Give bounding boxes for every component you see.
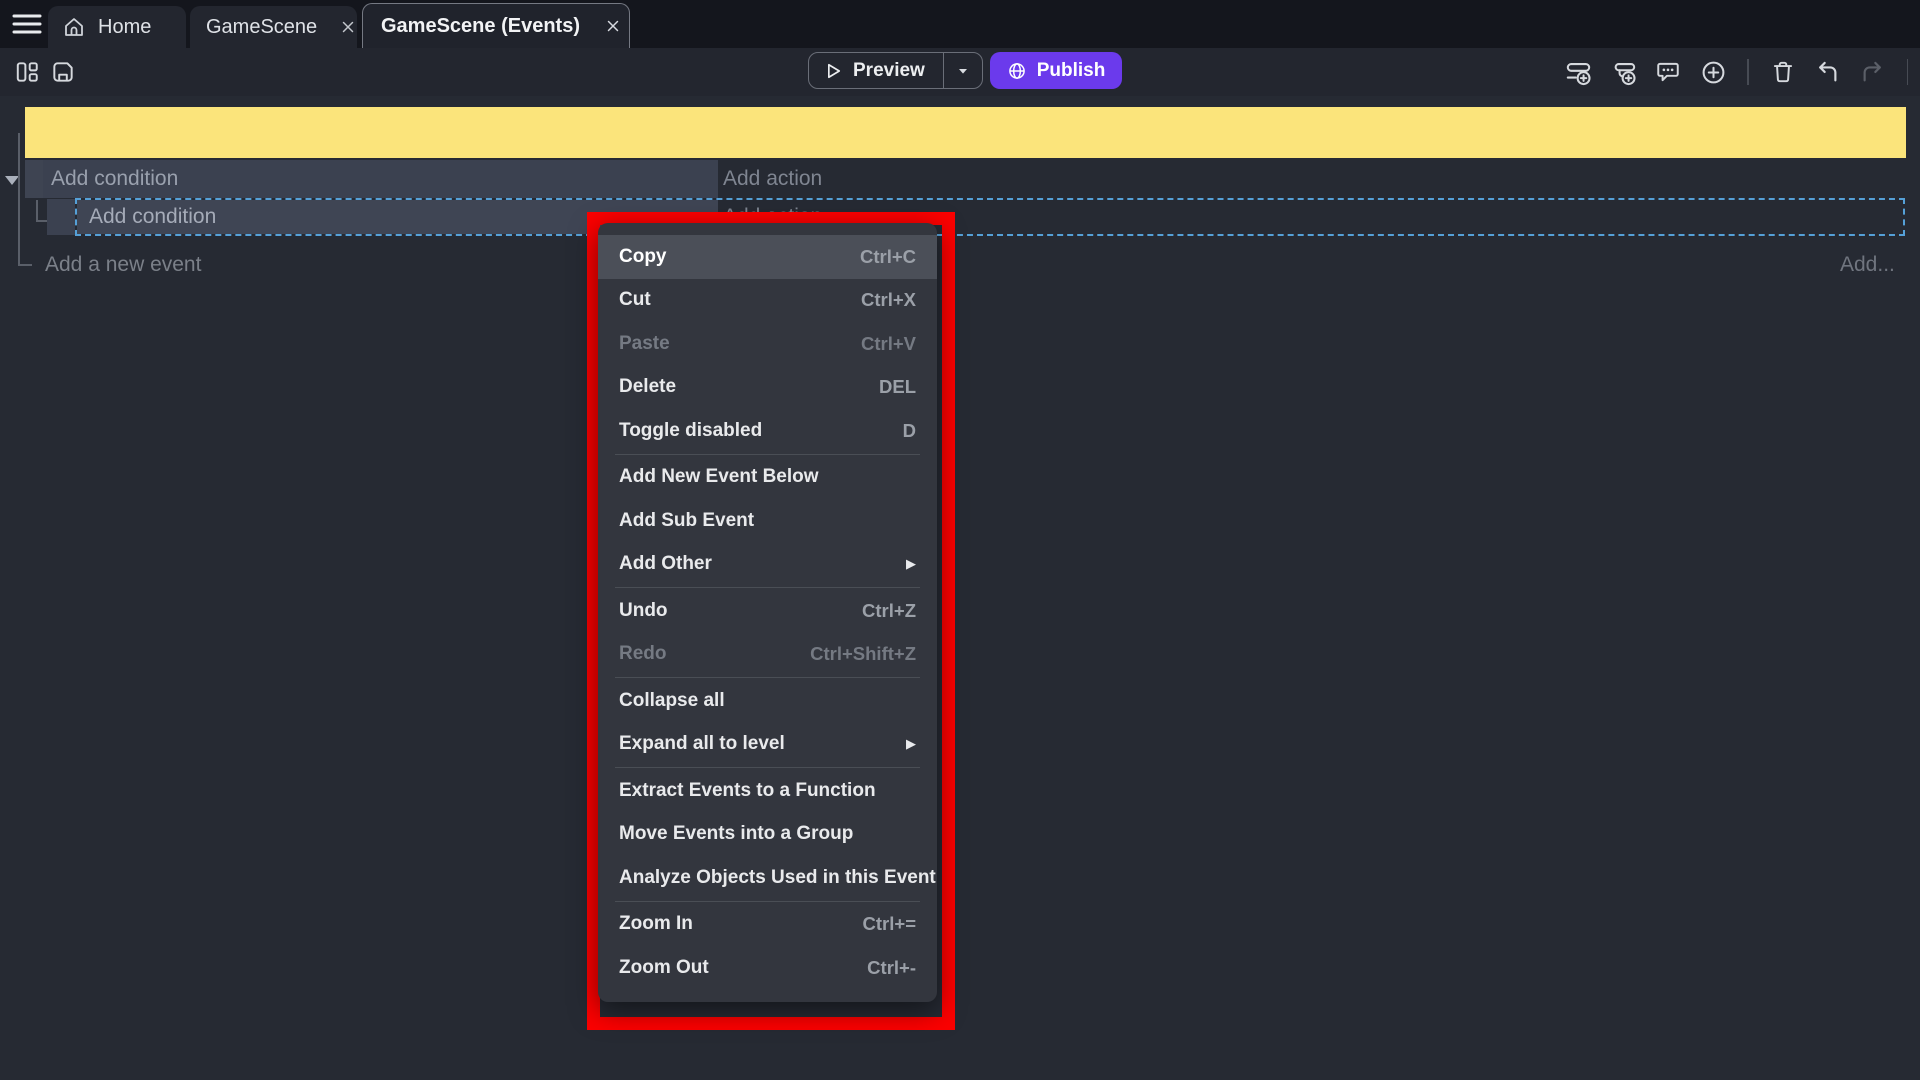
menu-divider (615, 767, 920, 768)
menu-item-undo[interactable]: UndoCtrl+Z (598, 589, 937, 633)
tab-gamescene-events[interactable]: GameScene (Events) (362, 3, 630, 48)
redo-icon[interactable] (1859, 58, 1887, 86)
add-sub-event-icon[interactable] (1609, 58, 1637, 86)
menu-item-cut[interactable]: CutCtrl+X (598, 279, 937, 323)
tree-connector (18, 133, 20, 265)
menu-item-label: Redo (619, 643, 810, 665)
globe-icon (1007, 61, 1027, 81)
tab-home-label: Home (98, 16, 151, 39)
menu-divider (615, 677, 920, 678)
menu-item-label: Copy (619, 246, 860, 268)
toolbar-right-icons (1564, 48, 1920, 96)
save-icon[interactable] (49, 58, 77, 86)
add-new-event-link[interactable]: Add a new event (45, 250, 201, 280)
menu-item-shortcut: Ctrl+= (863, 913, 916, 935)
menu-item-shortcut: Ctrl+V (861, 333, 916, 355)
menu-item-label: Cut (619, 289, 861, 311)
preview-button[interactable]: Preview (809, 53, 943, 88)
menu-item-shortcut: Ctrl+Shift+Z (810, 643, 916, 665)
add-comment-icon[interactable] (1654, 58, 1682, 86)
submenu-arrow-icon: ▶ (906, 736, 916, 752)
submenu-arrow-icon: ▶ (906, 556, 916, 572)
menu-item-extract-events-to-a-function[interactable]: Extract Events to a Function (598, 769, 937, 813)
hamburger-menu-icon[interactable] (10, 11, 44, 37)
menu-item-label: Analyze Objects Used in this Event (619, 867, 936, 889)
menu-divider (615, 901, 920, 902)
menu-item-label: Collapse all (619, 690, 916, 712)
chevron-down-icon (955, 63, 971, 79)
menu-item-shortcut: Ctrl+C (860, 246, 916, 268)
menu-item-shortcut: Ctrl+- (867, 957, 916, 979)
tree-connector (36, 200, 38, 221)
menu-item-shortcut: D (903, 420, 916, 442)
toolbar: Preview Publish (0, 48, 1920, 96)
play-icon (823, 61, 843, 81)
add-circle-icon[interactable] (1699, 58, 1727, 86)
menu-item-add-new-event-below[interactable]: Add New Event Below (598, 456, 937, 500)
comment-event[interactable] (25, 107, 1906, 158)
menu-item-shortcut: DEL (879, 376, 916, 398)
menu-item-add-sub-event[interactable]: Add Sub Event (598, 499, 937, 543)
menu-item-shortcut: Ctrl+Z (862, 600, 916, 622)
toolbar-separator (1747, 59, 1749, 85)
menu-item-label: Delete (619, 376, 879, 398)
menu-divider (615, 587, 920, 588)
menu-item-label: Paste (619, 333, 861, 355)
menu-item-collapse-all[interactable]: Collapse all (598, 679, 937, 723)
menu-item-move-events-into-a-group[interactable]: Move Events into a Group (598, 813, 937, 857)
menu-item-shortcut: Ctrl+X (861, 289, 916, 311)
add-ellipsis-link[interactable]: Add... (1840, 250, 1910, 280)
menu-item-label: Zoom Out (619, 957, 867, 979)
menu-item-label: Add Sub Event (619, 510, 916, 532)
menu-item-label: Toggle disabled (619, 420, 903, 442)
add-event-icon[interactable] (1564, 58, 1592, 86)
context-menu: CopyCtrl+CCutCtrl+XPasteCtrl+VDeleteDELT… (598, 223, 937, 1002)
menu-item-delete[interactable]: DeleteDEL (598, 366, 937, 410)
menu-divider (615, 454, 920, 455)
tab-gamescene-label: GameScene (206, 16, 317, 39)
menu-item-label: Add Other (619, 553, 894, 575)
undo-icon[interactable] (1814, 58, 1842, 86)
event-gutter[interactable] (47, 199, 75, 235)
tab-gamescene[interactable]: GameScene (190, 6, 357, 48)
menu-item-label: Undo (619, 600, 862, 622)
publish-button[interactable]: Publish (990, 52, 1122, 89)
menu-item-analyze-objects-used-in-this-event[interactable]: Analyze Objects Used in this Event (598, 856, 937, 900)
menu-item-label: Add New Event Below (619, 466, 916, 488)
menu-item-add-other[interactable]: Add Other ▶ (598, 543, 937, 587)
menu-item-zoom-in[interactable]: Zoom InCtrl+= (598, 903, 937, 947)
menu-item-label: Zoom In (619, 913, 863, 935)
collapse-arrow-icon[interactable] (5, 176, 19, 185)
menu-item-redo[interactable]: RedoCtrl+Shift+Z (598, 633, 937, 677)
tab-gamescene-events-label: GameScene (Events) (381, 15, 580, 38)
add-condition-row-1[interactable]: Add condition (43, 160, 718, 198)
menu-item-toggle-disabled[interactable]: Toggle disabledD (598, 409, 937, 453)
menu-item-label: Move Events into a Group (619, 823, 916, 845)
toolbar-separator (1907, 59, 1909, 85)
menu-item-label: Expand all to level (619, 733, 894, 755)
preview-split-button: Preview (808, 52, 983, 89)
trash-icon[interactable] (1769, 58, 1797, 86)
events-sheet: Add condition Add action Add condition A… (0, 96, 1920, 1080)
menu-item-zoom-out[interactable]: Zoom OutCtrl+- (598, 946, 937, 990)
tree-connector (18, 264, 32, 266)
preview-button-label: Preview (853, 60, 925, 82)
menu-item-copy[interactable]: CopyCtrl+C (598, 235, 937, 279)
menu-item-expand-all-to-level[interactable]: Expand all to level ▶ (598, 723, 937, 767)
home-icon (62, 15, 86, 39)
tab-close-icon[interactable] (602, 15, 624, 37)
menu-item-label: Extract Events to a Function (619, 780, 916, 802)
publish-button-label: Publish (1037, 60, 1106, 82)
menu-item-paste[interactable]: PasteCtrl+V (598, 322, 937, 366)
preview-dropdown-button[interactable] (944, 53, 982, 88)
tab-close-icon[interactable] (339, 16, 357, 38)
tab-bar: Home GameScene GameScene (Events) (0, 0, 1920, 48)
layout-panel-icon[interactable] (13, 58, 41, 86)
tab-home[interactable]: Home (48, 6, 186, 48)
event-gutter[interactable] (25, 160, 43, 198)
add-action-row-1[interactable]: Add action (723, 160, 822, 198)
